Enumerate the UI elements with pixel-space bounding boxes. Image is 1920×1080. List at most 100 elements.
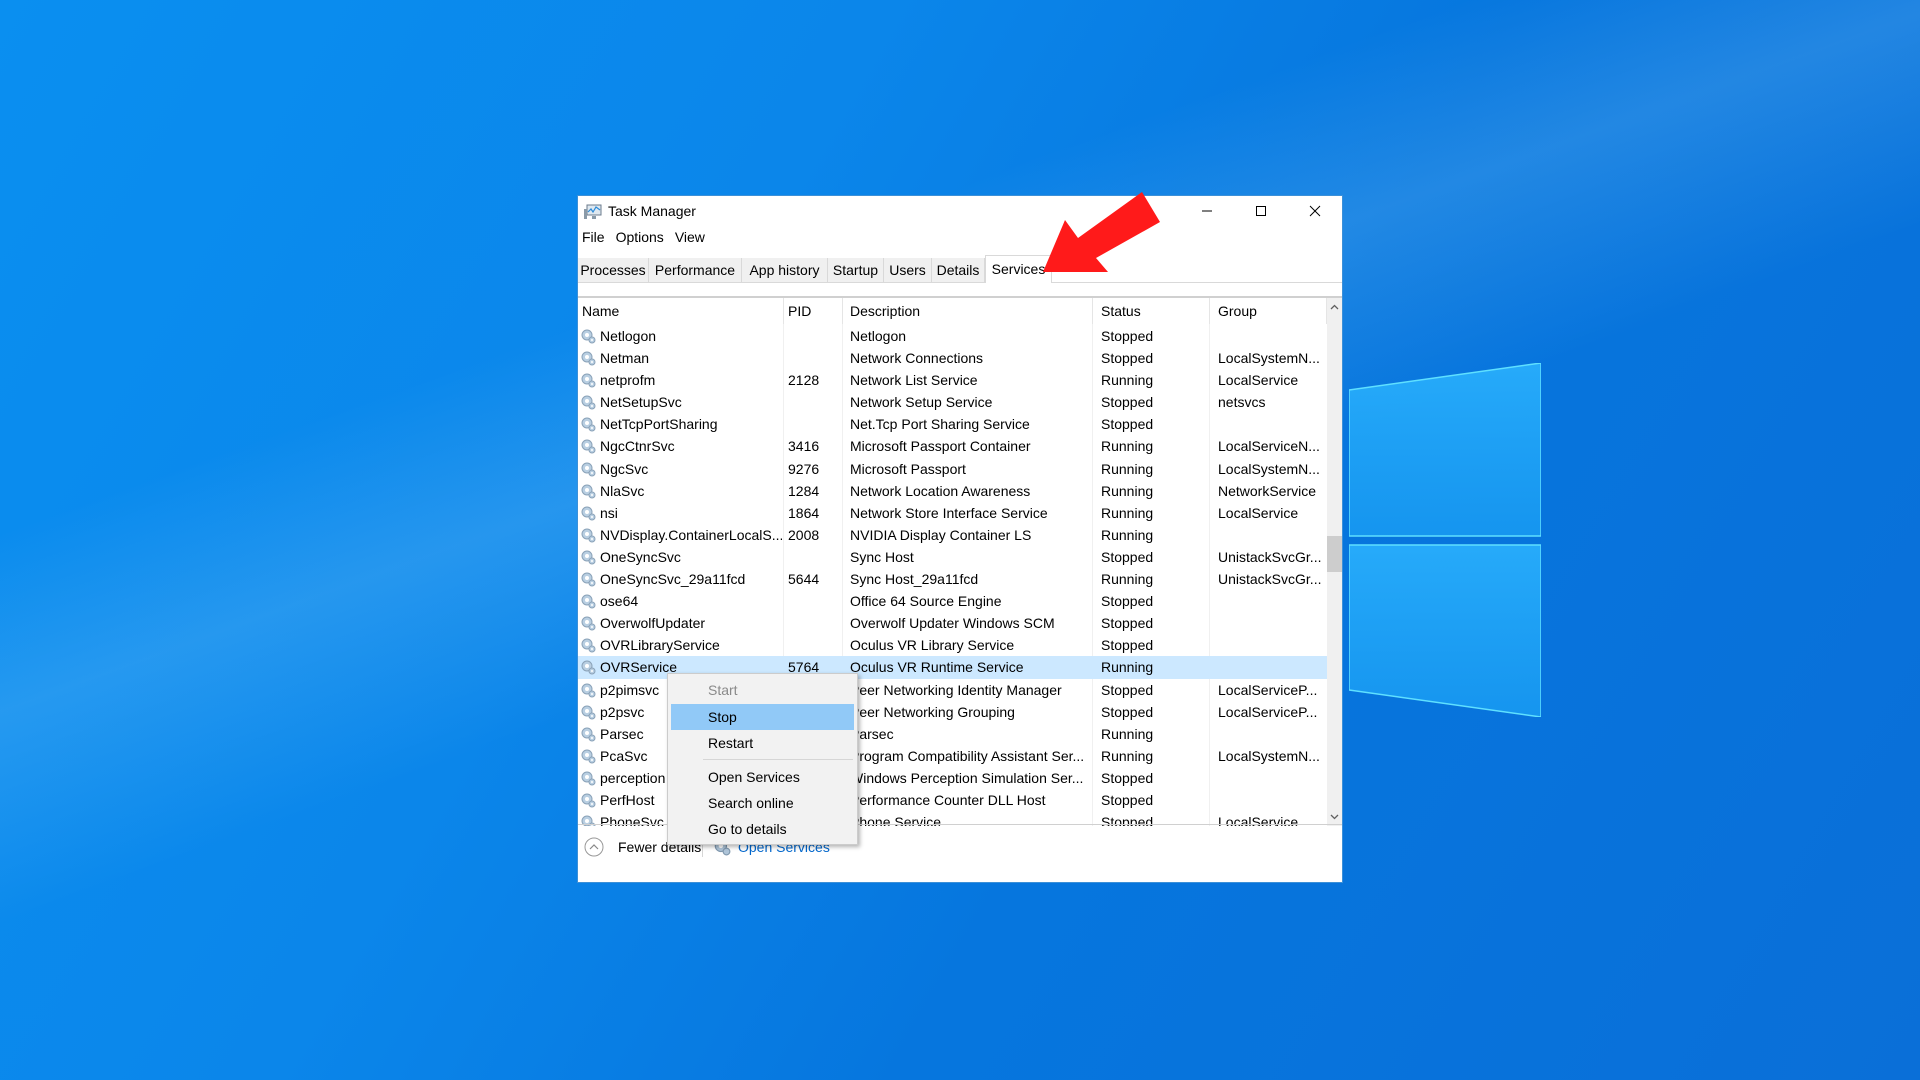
cell-description: NVIDIA Display Container LS (850, 526, 1032, 543)
tab-startup[interactable]: Startup (828, 258, 884, 282)
table-row[interactable]: netprofm 2128 Network List Service Running L… (578, 369, 1327, 391)
title-bar[interactable]: Task Manager (578, 196, 1342, 226)
cell-status: Stopped (1101, 328, 1154, 344)
table-row[interactable]: Netlogon Netlogon Stopped (578, 325, 1327, 347)
cell-pid (788, 325, 838, 347)
table-row[interactable]: OverwolfUpdater Overwolf Updater Windows … (578, 612, 1327, 634)
table-row[interactable]: ose64 Office 64 Source Engine Stopped (578, 590, 1327, 612)
maximize-icon (1256, 206, 1266, 216)
cell-description: Peer Networking Grouping (850, 703, 1015, 720)
tab-services[interactable]: Services (985, 255, 1052, 283)
cell-group: LocalSystemN... (1218, 747, 1320, 764)
scroll-down-icon[interactable] (1330, 814, 1339, 820)
service-gear-icon (580, 792, 596, 808)
cell-status: Running (1101, 482, 1154, 499)
close-button[interactable] (1288, 196, 1342, 226)
cell-pid (788, 413, 838, 435)
tab-details[interactable]: Details (932, 258, 985, 282)
context-menu-open-services[interactable]: Open Services (671, 764, 854, 790)
cell-description: Overwolf Updater Windows SCM (850, 615, 1055, 632)
table-row[interactable]: NlaSvc 1284 Network Location Awareness Runn… (578, 480, 1327, 502)
cell-group: LocalSystemN... (1218, 350, 1320, 367)
table-row[interactable]: NetTcpPortSharing Net.Tcp Port Sharing Se… (578, 413, 1327, 435)
context-menu-restart[interactable]: Restart (671, 730, 854, 756)
cell-name: Netlogon (600, 328, 657, 344)
table-row[interactable]: OneSyncSvc_29a11fcd 5644 Sync Host_29a11fc… (578, 568, 1327, 590)
column-header-description[interactable]: Description (843, 298, 1093, 324)
windows-logo-pane-top (1349, 363, 1541, 537)
cell-group (1218, 767, 1323, 789)
table-row[interactable]: OneSyncSvc Sync Host Stopped UnistackSvcGr.… (578, 546, 1327, 568)
cell-pid: 2008 (788, 526, 820, 543)
cell-group: LocalServiceP... (1218, 681, 1318, 698)
tab-users[interactable]: Users (884, 258, 932, 282)
service-gear-icon (580, 770, 596, 786)
cell-name: NVDisplay.ContainerLocalS... (600, 526, 782, 543)
cell-name: ose64 (600, 593, 639, 610)
cell-pid: 2128 (788, 372, 820, 389)
cell-group (1218, 325, 1323, 347)
tab-performance[interactable]: Performance (649, 258, 742, 282)
context-menu-start[interactable]: Start (671, 677, 854, 703)
menu-bar: File Options View (578, 226, 712, 250)
cell-status: Stopped (1101, 681, 1154, 698)
cell-pid: 5644 (788, 571, 820, 588)
cell-description: Parsec (850, 725, 894, 742)
service-gear-icon (580, 659, 596, 675)
context-menu: Start Stop Restart Open Services Search … (667, 673, 858, 845)
cell-status: Running (1101, 725, 1154, 742)
cell-status: Stopped (1101, 791, 1154, 808)
menu-file[interactable]: File (578, 226, 612, 250)
cell-status: Stopped (1101, 416, 1154, 433)
cell-status: Stopped (1101, 394, 1154, 411)
context-menu-go-to-details[interactable]: Go to details (671, 816, 854, 842)
table-row[interactable]: nsi 1864 Network Store Interface Service Ru… (578, 502, 1327, 524)
cell-group: NetworkService (1218, 482, 1317, 499)
service-gear-icon (580, 637, 596, 653)
cell-status: Running (1101, 526, 1154, 543)
cell-name: nsi (600, 504, 618, 521)
windows-logo-pane-bottom (1349, 544, 1541, 717)
service-gear-icon (580, 461, 596, 477)
table-row[interactable]: NgcSvc 9276 Microsoft Passport Running Local… (578, 458, 1327, 480)
maximize-button[interactable] (1234, 196, 1288, 226)
context-menu-search-online[interactable]: Search online (671, 790, 854, 816)
cell-status: Stopped (1101, 548, 1154, 565)
cell-pid: 1284 (788, 482, 820, 499)
table-row[interactable]: NVDisplay.ContainerLocalS... 2008 NVIDIA D… (578, 524, 1327, 546)
vertical-scrollbar[interactable] (1327, 298, 1342, 826)
cell-status: Stopped (1101, 637, 1154, 654)
cell-name: OneSyncSvc (600, 548, 681, 565)
cell-description: Net.Tcp Port Sharing Service (850, 416, 1030, 433)
minimize-button[interactable] (1180, 196, 1234, 226)
table-row[interactable]: Netman Network Connections Stopped LocalSys… (578, 347, 1327, 369)
service-gear-icon (580, 726, 596, 742)
close-icon (1309, 205, 1321, 217)
column-header-pid[interactable]: PID (784, 298, 843, 324)
table-row[interactable]: NgcCtnrSvc 3416 Microsoft Passport Contain… (578, 435, 1327, 457)
service-gear-icon (580, 483, 596, 499)
column-header-status[interactable]: Status (1093, 298, 1210, 324)
table-row[interactable]: OVRLibraryService Oculus VR Library Servi… (578, 634, 1327, 656)
cell-group (1218, 413, 1323, 435)
tab-processes[interactable]: Processes (578, 258, 649, 282)
tab-app-history[interactable]: App history (742, 258, 828, 282)
tab-strip: Processes Performance App history Startu… (578, 255, 1342, 283)
column-header-name[interactable]: Name (578, 298, 784, 324)
cell-group (1218, 656, 1323, 678)
table-header: ^ Name PID Description Status Group (578, 298, 1327, 324)
context-menu-stop[interactable]: Stop (671, 704, 854, 730)
context-menu-separator (703, 759, 853, 760)
cell-group (1218, 634, 1323, 656)
column-header-group[interactable]: Group (1210, 298, 1327, 324)
cell-pid (788, 634, 838, 656)
service-gear-icon (580, 682, 596, 698)
cell-status: Stopped (1101, 615, 1154, 632)
scroll-up-icon[interactable] (1330, 304, 1339, 310)
scrollbar-thumb[interactable] (1327, 536, 1342, 572)
table-row[interactable]: NetSetupSvc Network Setup Service Stopped n… (578, 391, 1327, 413)
menu-view[interactable]: View (671, 226, 712, 250)
window-title: Task Manager (608, 203, 696, 219)
menu-options[interactable]: Options (612, 226, 671, 250)
cell-group: UnistackSvcGr... (1218, 571, 1322, 588)
